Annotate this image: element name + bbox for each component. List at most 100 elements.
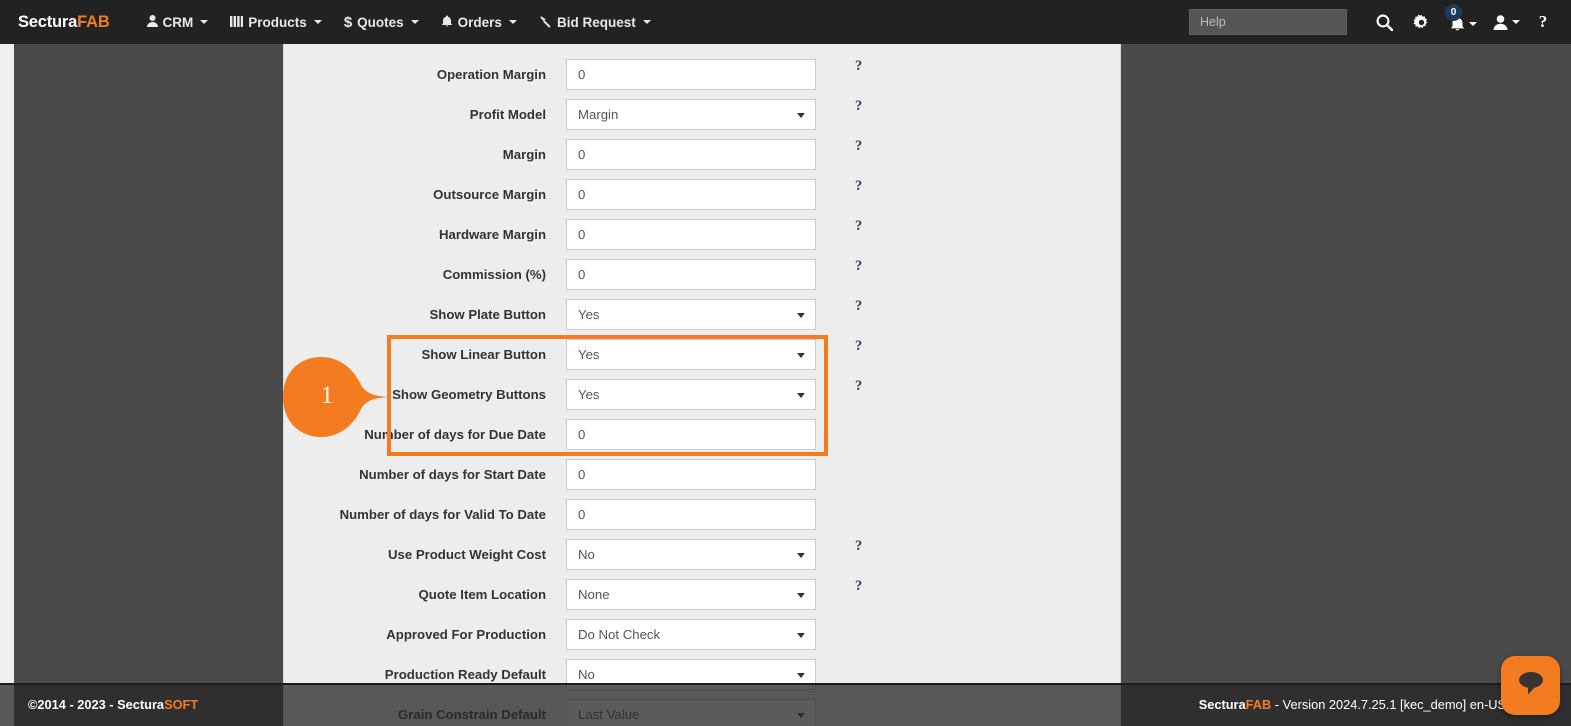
- navbar-right-group: 0 ?: [1189, 0, 1571, 44]
- nav-item-label: CRM: [163, 15, 194, 30]
- settings-button[interactable]: [1401, 0, 1441, 44]
- nav-item-label: Products: [248, 15, 307, 30]
- field-help-icon[interactable]: ?: [855, 378, 862, 395]
- footer-version-text: - Version 2024.7.25.1 [kec_demo] en-US: [1271, 697, 1506, 712]
- help-search-input[interactable]: [1189, 9, 1347, 35]
- form-control-wrapper: Yes: [566, 299, 816, 330]
- brand-logo[interactable]: SecturaFAB: [18, 13, 110, 32]
- nav-item-bid-request[interactable]: Bid Request: [528, 0, 662, 44]
- settings-form: Operation Margin?Profit ModelMargin?Marg…: [284, 44, 1120, 726]
- text-input[interactable]: [566, 219, 816, 250]
- form-row: Number of days for Valid To Date: [284, 494, 1120, 534]
- field-help-icon[interactable]: ?: [855, 578, 862, 595]
- form-label: Approved For Production: [284, 627, 566, 642]
- chevron-down-icon: [411, 20, 419, 24]
- field-help-icon[interactable]: ?: [855, 258, 862, 275]
- notification-badge: 0: [1445, 4, 1462, 21]
- text-input[interactable]: [566, 259, 816, 290]
- nav-item-label: Quotes: [357, 15, 404, 30]
- field-help-icon[interactable]: ?: [855, 338, 862, 355]
- form-label: Commission (%): [284, 267, 566, 282]
- form-row: Number of days for Due Date: [284, 414, 1120, 454]
- form-label: Outsource Margin: [284, 187, 566, 202]
- form-control-wrapper: [566, 459, 816, 490]
- form-label: Show Plate Button: [284, 307, 566, 322]
- chevron-down-icon: [314, 20, 322, 24]
- text-input[interactable]: [566, 139, 816, 170]
- text-input[interactable]: [566, 419, 816, 450]
- select-dropdown[interactable]: No: [566, 539, 816, 570]
- form-control-wrapper: No: [566, 539, 816, 570]
- nav-item-products[interactable]: Products: [219, 0, 333, 44]
- form-row: Operation Margin?: [284, 54, 1120, 94]
- form-control-wrapper: [566, 499, 816, 530]
- chat-bubble-icon: [1515, 669, 1547, 702]
- text-input[interactable]: [566, 59, 816, 90]
- user-menu-button[interactable]: [1485, 0, 1527, 44]
- field-help-icon[interactable]: ?: [855, 58, 862, 75]
- footer-copyright: ©2014 - 2023 - SecturaSOFT: [28, 697, 198, 712]
- nav-item-crm[interactable]: CRM: [136, 0, 220, 44]
- select-dropdown[interactable]: Yes: [566, 339, 816, 370]
- chevron-down-icon: [1512, 20, 1520, 24]
- form-label: Quote Item Location: [284, 587, 566, 602]
- form-control-wrapper: Yes: [566, 379, 816, 410]
- form-control-wrapper: [566, 139, 816, 170]
- form-row: Approved For ProductionDo Not Check: [284, 614, 1120, 654]
- text-input[interactable]: [566, 499, 816, 530]
- field-help-icon[interactable]: ?: [855, 538, 862, 555]
- form-label: Number of days for Start Date: [284, 467, 566, 482]
- left-rail: [0, 44, 14, 726]
- field-help-icon[interactable]: ?: [855, 218, 862, 235]
- grid-bars-icon: [230, 16, 243, 29]
- form-label: Profit Model: [284, 107, 566, 122]
- form-label: Number of days for Valid To Date: [284, 507, 566, 522]
- form-label: Production Ready Default: [284, 667, 566, 682]
- form-control-wrapper: [566, 259, 816, 290]
- field-help-icon[interactable]: ?: [855, 178, 862, 195]
- select-dropdown[interactable]: Yes: [566, 379, 816, 410]
- hammer-icon: [539, 15, 552, 30]
- user-icon: [1493, 15, 1508, 30]
- form-row: Number of days for Start Date: [284, 454, 1120, 494]
- search-button[interactable]: [1367, 0, 1401, 44]
- callout-marker-1: 1: [283, 355, 391, 439]
- form-control-wrapper: [566, 219, 816, 250]
- form-row: Quote Item LocationNone?: [284, 574, 1120, 614]
- form-row: Margin?: [284, 134, 1120, 174]
- field-help-icon[interactable]: ?: [855, 138, 862, 155]
- user-icon: [147, 15, 158, 29]
- form-control-wrapper: [566, 419, 816, 450]
- gear-icon: [1413, 14, 1430, 31]
- footer-version-brand: Sectura: [1199, 697, 1246, 712]
- select-dropdown[interactable]: None: [566, 579, 816, 610]
- help-button[interactable]: ?: [1527, 0, 1559, 44]
- form-row: Commission (%)?: [284, 254, 1120, 294]
- chevron-down-icon: [509, 20, 517, 24]
- text-input[interactable]: [566, 459, 816, 490]
- form-row: Use Product Weight CostNo?: [284, 534, 1120, 574]
- chat-widget-button[interactable]: [1501, 656, 1560, 715]
- select-dropdown[interactable]: Yes: [566, 299, 816, 330]
- form-label: Margin: [284, 147, 566, 162]
- field-help-icon[interactable]: ?: [855, 298, 862, 315]
- select-dropdown[interactable]: Do Not Check: [566, 619, 816, 650]
- search-icon: [1376, 14, 1393, 31]
- page-background: Operation Margin?Profit ModelMargin?Marg…: [0, 44, 1571, 726]
- select-dropdown[interactable]: Margin: [566, 99, 816, 130]
- form-label: Operation Margin: [284, 67, 566, 82]
- text-input[interactable]: [566, 179, 816, 210]
- chevron-down-icon: [200, 20, 208, 24]
- footer-version: SecturaFAB - Version 2024.7.25.1 [kec_de…: [1199, 697, 1506, 712]
- form-control-wrapper: Yes: [566, 339, 816, 370]
- form-control-wrapper: [566, 179, 816, 210]
- nav-item-quotes[interactable]: $ Quotes: [333, 0, 430, 44]
- nav-item-label: Orders: [458, 15, 502, 30]
- notifications-button[interactable]: 0: [1441, 0, 1485, 44]
- field-help-icon[interactable]: ?: [855, 98, 862, 115]
- nav-item-orders[interactable]: Orders: [430, 0, 528, 44]
- form-control-wrapper: None: [566, 579, 816, 610]
- form-control-wrapper: Do Not Check: [566, 619, 816, 650]
- footer-copyright-text: ©2014 - 2023 - Sectura: [28, 697, 164, 712]
- chevron-down-icon: [643, 20, 651, 24]
